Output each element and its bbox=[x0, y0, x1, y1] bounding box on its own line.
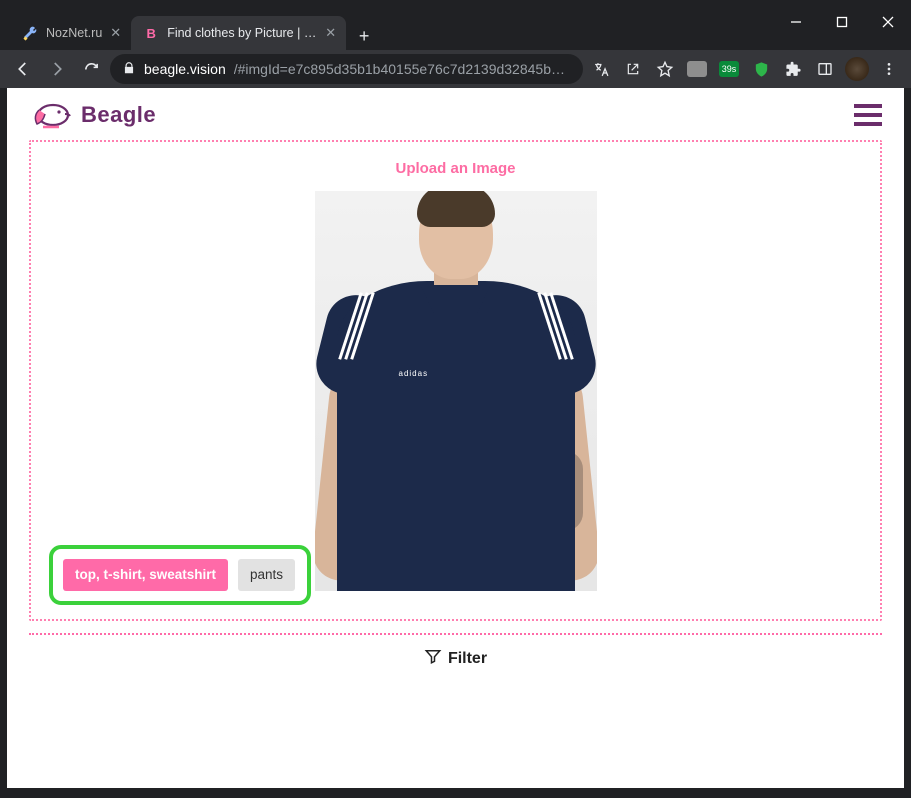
window-maximize-button[interactable] bbox=[819, 8, 865, 36]
tab-label: Find clothes by Picture | Fashion bbox=[167, 26, 317, 40]
filter-label: Filter bbox=[448, 650, 487, 668]
url-host: beagle.vision bbox=[144, 61, 226, 77]
brand-name: Beagle bbox=[81, 102, 156, 128]
browser-toolbar: beagle.vision /#imgId=e7c895d35b1b40155e7… bbox=[0, 50, 911, 88]
window-close-button[interactable] bbox=[865, 8, 911, 36]
extension-lastfm-icon[interactable] bbox=[683, 55, 711, 83]
close-icon[interactable]: ✕ bbox=[325, 25, 336, 41]
upload-title: Upload an Image bbox=[47, 160, 864, 177]
uploaded-image: adidas bbox=[315, 191, 597, 591]
side-panel-icon[interactable] bbox=[811, 55, 839, 83]
tab-noznet[interactable]: NozNet.ru ✕ bbox=[10, 16, 131, 50]
site-header: Beagle bbox=[7, 88, 904, 134]
window-minimize-button[interactable] bbox=[773, 8, 819, 36]
translate-icon[interactable] bbox=[587, 55, 615, 83]
upload-dropzone[interactable]: Upload an Image adidas top, t-shirt, swe… bbox=[29, 140, 882, 621]
close-icon[interactable]: ✕ bbox=[110, 25, 121, 41]
site-logo[interactable]: Beagle bbox=[29, 100, 156, 130]
tab-beagle[interactable]: B Find clothes by Picture | Fashion ✕ bbox=[131, 16, 346, 50]
new-tab-button[interactable]: + bbox=[350, 22, 378, 50]
menu-button[interactable] bbox=[854, 104, 882, 126]
tab-label: NozNet.ru bbox=[46, 26, 102, 40]
extensions-puzzle-icon[interactable] bbox=[779, 55, 807, 83]
browser-menu-button[interactable] bbox=[875, 55, 903, 83]
beagle-logo-icon bbox=[29, 100, 73, 130]
beagle-favicon-icon: B bbox=[143, 25, 159, 41]
forward-button[interactable] bbox=[42, 54, 72, 84]
share-icon[interactable] bbox=[619, 55, 647, 83]
tag-pants[interactable]: pants bbox=[238, 559, 295, 591]
lock-icon bbox=[122, 61, 136, 78]
wrench-icon bbox=[22, 25, 38, 41]
filter-icon bbox=[424, 647, 442, 670]
profile-avatar[interactable] bbox=[843, 55, 871, 83]
page-content: Beagle Upload an Image adidas top, t-shi… bbox=[7, 88, 904, 788]
address-bar[interactable]: beagle.vision /#imgId=e7c895d35b1b40155e7… bbox=[110, 54, 583, 84]
detected-tags-highlight: top, t-shirt, sweatshirt pants bbox=[49, 545, 311, 605]
tag-top[interactable]: top, t-shirt, sweatshirt bbox=[63, 559, 228, 591]
extension-badge-icon[interactable]: 39s bbox=[715, 55, 743, 83]
back-button[interactable] bbox=[8, 54, 38, 84]
filter-button[interactable]: Filter bbox=[7, 635, 904, 688]
extension-shield-icon[interactable] bbox=[747, 55, 775, 83]
bookmark-star-icon[interactable] bbox=[651, 55, 679, 83]
url-path: /#imgId=e7c895d35b1b40155e76c7d2139d3284… bbox=[234, 61, 571, 77]
reload-button[interactable] bbox=[76, 54, 106, 84]
window-controls bbox=[773, 8, 911, 36]
